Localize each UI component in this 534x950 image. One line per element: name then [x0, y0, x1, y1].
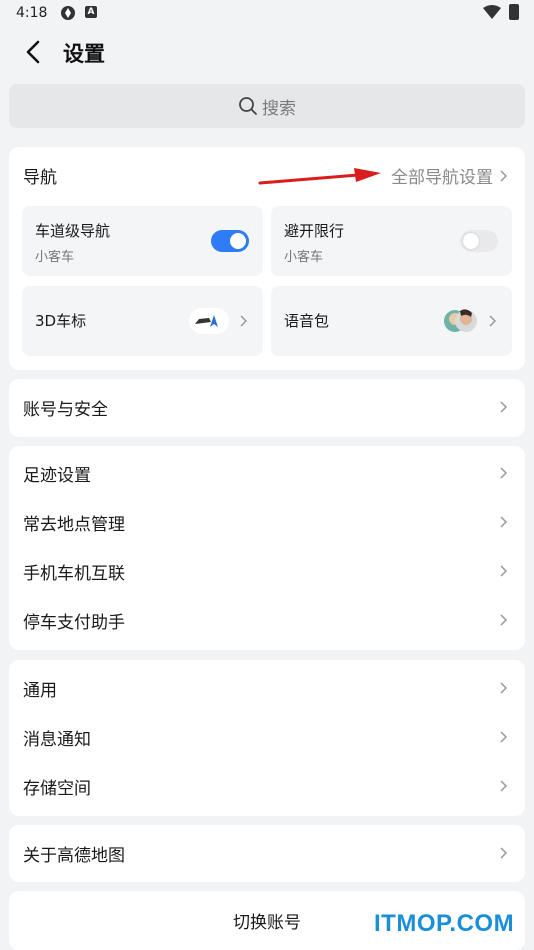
chevron-right-icon	[500, 614, 508, 626]
toggle-knob	[230, 233, 246, 249]
chevron-right-icon	[240, 315, 248, 327]
chevron-right-icon	[500, 847, 508, 859]
toggle-knob	[463, 233, 479, 249]
page-title: 设置	[63, 42, 105, 66]
chevron-right-icon	[489, 315, 497, 327]
list-item-label: 足迹设置	[23, 466, 91, 486]
all-navigation-settings-label: 全部导航设置	[391, 168, 493, 188]
list-item-label: 停车支付助手	[23, 613, 125, 633]
about-row[interactable]: 关于高德地图	[9, 829, 525, 878]
red-arrow-annotation	[258, 168, 381, 185]
car-icon-3d-title: 3D车标	[35, 312, 87, 330]
about-label: 关于高德地图	[23, 846, 125, 866]
chevron-right-icon	[500, 401, 508, 413]
chevron-right-icon	[500, 682, 508, 694]
features-card: 足迹设置 常去地点管理 手机车机互联 停车支付助手	[9, 446, 525, 650]
parking-payment-row[interactable]: 停车支付助手	[9, 596, 525, 645]
voice-avatar-icon	[444, 309, 477, 332]
navigation-heading: 导航	[23, 168, 57, 188]
title-bar: 设置	[0, 30, 534, 74]
account-card: 账号与安全	[9, 379, 525, 437]
footprint-settings-row[interactable]: 足迹设置	[9, 449, 525, 498]
avoid-restriction-title: 避开限行	[284, 222, 345, 240]
list-item-label: 消息通知	[23, 730, 91, 750]
wifi-icon	[483, 5, 501, 19]
phone-car-link-row[interactable]: 手机车机互联	[9, 547, 525, 596]
chevron-right-icon	[500, 467, 508, 479]
chevron-right-icon	[500, 169, 508, 182]
search-bar[interactable]: 搜索	[9, 84, 525, 128]
lane-navigation-toggle[interactable]	[211, 230, 249, 252]
frequent-places-row[interactable]: 常去地点管理	[9, 498, 525, 547]
chevron-right-icon	[500, 731, 508, 743]
battery-icon	[509, 4, 519, 20]
account-security-label: 账号与安全	[23, 400, 108, 420]
list-item-label: 常去地点管理	[23, 515, 125, 535]
car-icon-3d-tile[interactable]: 3D车标	[22, 286, 263, 356]
avoid-restriction-subtitle: 小客车	[284, 250, 324, 265]
voice-pack-title: 语音包	[284, 312, 330, 330]
search-placeholder: 搜索	[262, 98, 296, 119]
lane-navigation-subtitle: 小客车	[35, 250, 75, 265]
app-badge-icon: A	[85, 6, 97, 18]
chevron-right-icon	[500, 780, 508, 792]
site-watermark: ITMOP.COM	[374, 910, 515, 937]
storage-row[interactable]: 存储空间	[9, 762, 525, 811]
voice-pack-tile[interactable]: 语音包	[271, 286, 512, 356]
back-arrow-icon[interactable]	[20, 38, 48, 66]
account-security-row[interactable]: 账号与安全	[9, 383, 525, 432]
chevron-right-icon	[500, 516, 508, 528]
list-item-label: 存储空间	[23, 779, 91, 799]
lane-navigation-tile[interactable]: 车道级导航 小客车	[22, 206, 263, 276]
avoid-restriction-toggle[interactable]	[460, 230, 498, 252]
status-time: 4:18	[16, 5, 48, 21]
general-card: 通用 消息通知 存储空间	[9, 660, 525, 816]
app-notification-icon	[61, 6, 75, 20]
general-row[interactable]: 通用	[9, 664, 525, 713]
avoid-restriction-tile[interactable]: 避开限行 小客车	[271, 206, 512, 276]
chevron-right-icon	[500, 565, 508, 577]
about-card: 关于高德地图	[9, 825, 525, 882]
list-item-label: 通用	[23, 681, 57, 701]
search-icon	[239, 97, 257, 115]
lane-navigation-title: 车道级导航	[35, 222, 111, 240]
list-item-label: 手机车机互联	[23, 564, 125, 584]
notifications-row[interactable]: 消息通知	[9, 713, 525, 762]
car-model-icon	[189, 308, 229, 334]
all-navigation-settings-link[interactable]: 全部导航设置	[391, 163, 511, 188]
status-bar: 4:18 A	[0, 0, 534, 28]
